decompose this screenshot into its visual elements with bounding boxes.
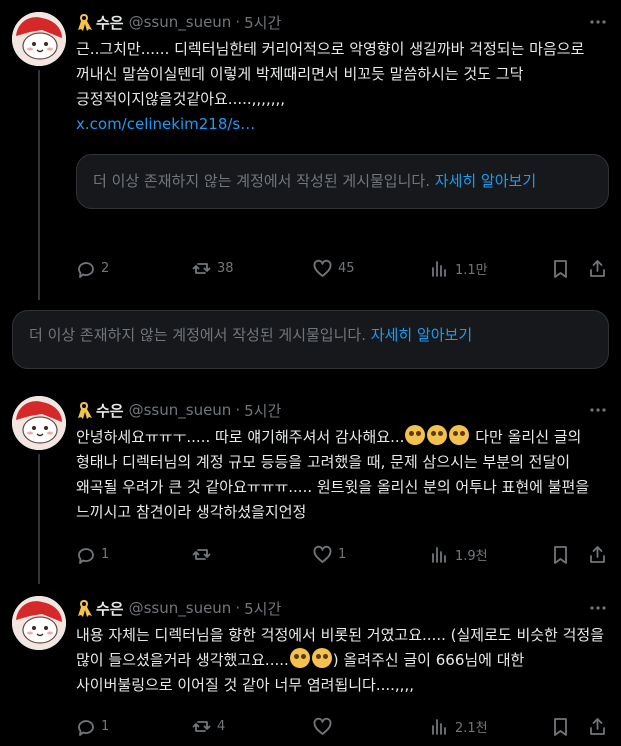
post-link[interactable]: x.com/celinekim218/s… (76, 112, 607, 137)
repost-count: 4 (217, 719, 226, 734)
post-actions: 1 4 2.1천 (0, 717, 621, 739)
view-count: 1.1만 (455, 263, 488, 278)
repost-button[interactable]: 38 (192, 259, 234, 278)
more-options-icon[interactable] (589, 14, 607, 30)
bookmark-icon[interactable] (551, 259, 570, 278)
reply-icon (78, 720, 94, 736)
heart-icon (313, 717, 332, 735)
views-icon (432, 719, 446, 735)
yellow-ribbon-icon (78, 600, 92, 617)
avatar-image (12, 12, 66, 66)
repost-icon (192, 263, 211, 274)
bookmark-icon[interactable] (551, 717, 570, 736)
post-time[interactable]: 5시간 (244, 400, 281, 421)
like-count: 1 (338, 547, 347, 562)
pleading-face-emoji (289, 648, 310, 668)
separator-dot: · (235, 401, 241, 419)
repost-count: 38 (217, 261, 234, 276)
views-icon (432, 261, 446, 277)
reply-count: 1 (101, 719, 110, 734)
separator-dot: · (235, 13, 241, 31)
heart-icon (313, 545, 332, 563)
like-button[interactable]: 1 (313, 545, 346, 564)
views-icon (432, 547, 446, 563)
post-actions: 1 1 1.9천 (0, 545, 621, 567)
like-button[interactable]: 45 (313, 259, 355, 278)
bookmark-icon[interactable] (551, 545, 570, 564)
learn-more-link[interactable]: 자세히 알아보기 (371, 326, 472, 344)
avatar[interactable] (12, 12, 66, 66)
reply-count: 2 (101, 261, 110, 276)
author-handle[interactable]: @ssun_sueun (129, 13, 232, 31)
share-icon[interactable] (588, 717, 607, 736)
author-name[interactable]: 수은 (96, 12, 124, 33)
post-text-part: 안녕하세요ㅠㅠㅜ..... 따로 얘기해주셔서 감사해요... (76, 428, 405, 446)
repost-button[interactable] (192, 545, 217, 564)
reply-icon (78, 548, 94, 564)
post-time[interactable]: 5시간 (244, 598, 281, 619)
post-time[interactable]: 5시간 (244, 12, 281, 33)
reply-button[interactable]: 2 (76, 259, 109, 278)
pleading-face-emoji (311, 648, 332, 668)
avatar[interactable] (12, 596, 66, 650)
quote-unavailable-card: 더 이상 존재하지 않는 계정에서 작성된 게시물입니다. 자세히 알아보기 (76, 154, 609, 209)
quote-notice-text: 더 이상 존재하지 않는 계정에서 작성된 게시물입니다. (93, 172, 430, 190)
pleading-face-emoji (427, 425, 448, 445)
post-text: 안녕하세요ㅠㅠㅜ..... 따로 얘기해주셔서 감사해요... 다만 올리신 글… (76, 425, 607, 525)
yellow-ribbon-icon (78, 402, 92, 419)
post-2[interactable]: 수은 @ssun_sueun · 5시간 안녕하세요ㅠㅠㅜ..... 따로 얘기… (0, 392, 621, 592)
yellow-ribbon-icon (78, 14, 92, 31)
reply-button[interactable]: 1 (76, 545, 109, 564)
views-button[interactable]: 2.1천 (430, 717, 488, 736)
share-icon[interactable] (588, 545, 607, 564)
post-1[interactable]: 수은 @ssun_sueun · 5시간 근..그치만...... 디렉터님한테… (0, 0, 621, 300)
post-actions: 2 38 45 1.1만 (0, 259, 621, 281)
like-count: 45 (338, 261, 355, 276)
share-icon[interactable] (588, 259, 607, 278)
author-name[interactable]: 수은 (96, 400, 124, 421)
avatar[interactable] (12, 396, 66, 450)
learn-more-link[interactable]: 자세히 알아보기 (435, 172, 536, 190)
view-count: 1.9천 (455, 549, 488, 564)
repost-icon (192, 721, 211, 732)
post-header: 수은 @ssun_sueun · 5시간 (76, 596, 607, 620)
reply-button[interactable]: 1 (76, 717, 109, 736)
more-options-icon[interactable] (589, 402, 607, 418)
pleading-face-emoji (405, 425, 426, 445)
author-name[interactable]: 수은 (96, 598, 124, 619)
separator-dot: · (235, 599, 241, 617)
views-button[interactable]: 1.1만 (430, 259, 488, 278)
pleading-face-emoji (449, 425, 470, 445)
repost-button[interactable]: 4 (192, 717, 225, 736)
author-handle[interactable]: @ssun_sueun (129, 599, 232, 617)
avatar-image (12, 396, 66, 450)
post-3[interactable]: 수은 @ssun_sueun · 5시간 내용 자체는 디렉터님을 향한 걱정에… (0, 592, 621, 746)
post-text: 내용 자체는 디렉터님을 향한 걱정에서 비롯된 거였고요..... (실제로도… (76, 623, 607, 698)
post-text: 근..그치만...... 디렉터님한테 커리어적으로 악영향이 생길까바 걱정되… (76, 40, 585, 108)
deleted-notice-text: 더 이상 존재하지 않는 계정에서 작성된 게시물입니다. (29, 326, 366, 344)
deleted-post-card: 더 이상 존재하지 않는 계정에서 작성된 게시물입니다. 자세히 알아보기 (12, 310, 609, 369)
reply-count: 1 (101, 547, 110, 562)
repost-icon (192, 549, 211, 560)
post-header: 수은 @ssun_sueun · 5시간 (76, 10, 607, 34)
post-header: 수은 @ssun_sueun · 5시간 (76, 398, 607, 422)
like-button[interactable] (313, 717, 338, 736)
reply-icon (78, 262, 94, 278)
more-options-icon[interactable] (589, 600, 607, 616)
views-button[interactable]: 1.9천 (430, 545, 488, 564)
author-handle[interactable]: @ssun_sueun (129, 401, 232, 419)
heart-icon (313, 259, 332, 277)
view-count: 2.1천 (455, 721, 488, 736)
avatar-image (12, 596, 66, 650)
